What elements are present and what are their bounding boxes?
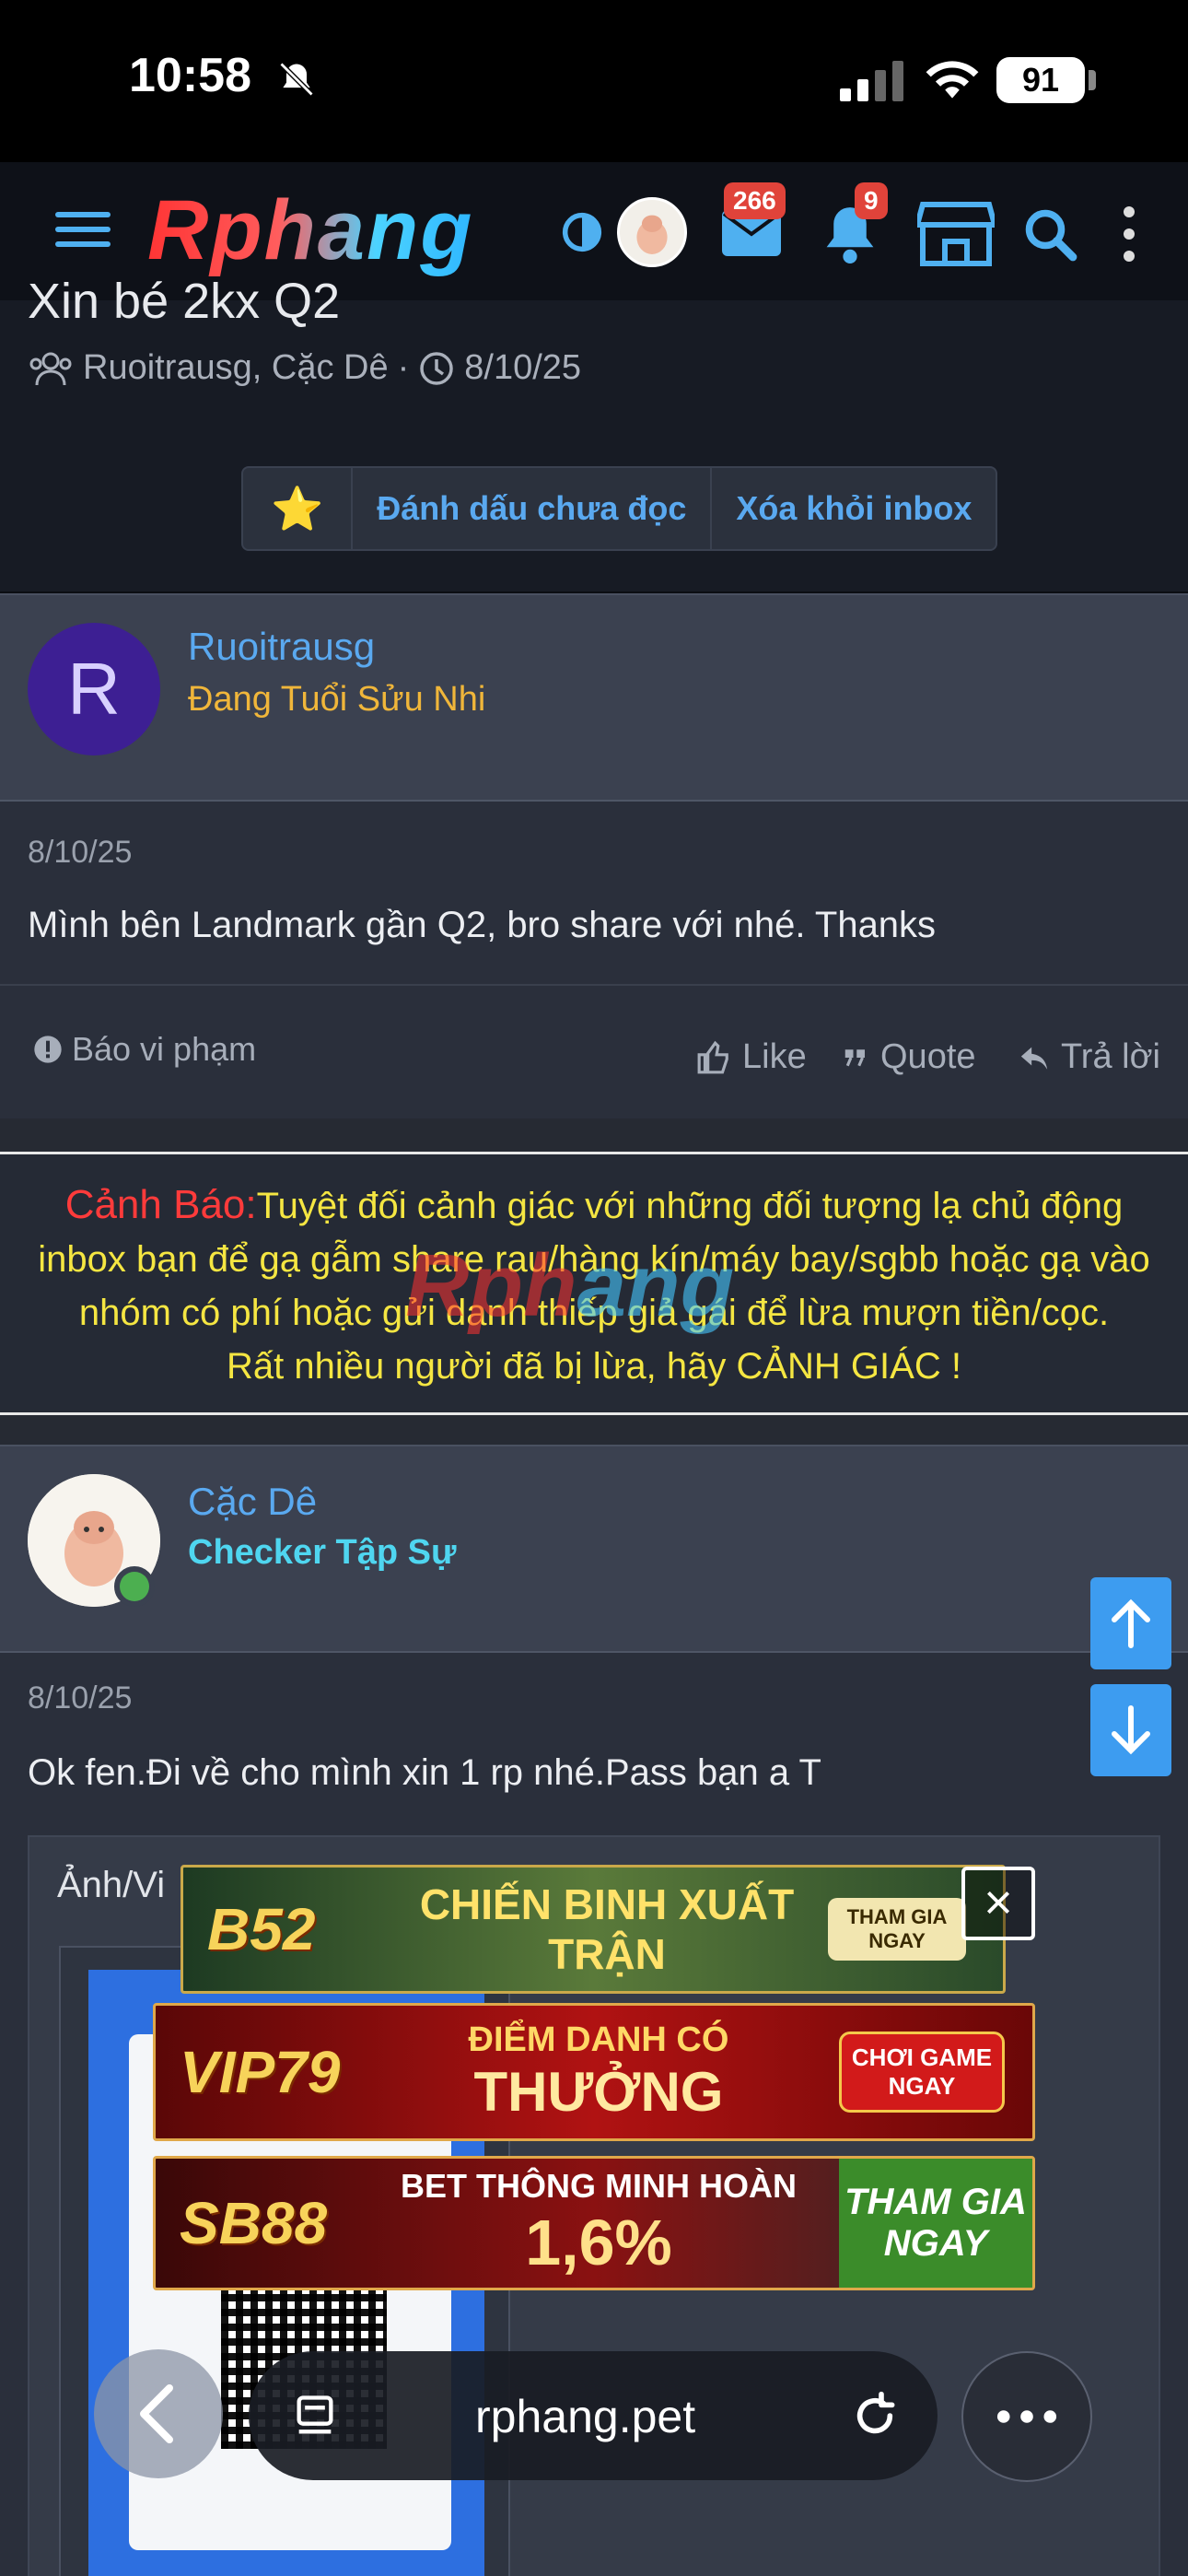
arrow-down-icon bbox=[1112, 1705, 1150, 1755]
status-time: 10:58 bbox=[129, 49, 251, 102]
reply-icon bbox=[1020, 1047, 1048, 1070]
ad-banner-vip79[interactable]: VIP79 ĐIỂM DANH CÓ THƯỞNG CHƠI GAME NGAY bbox=[153, 2003, 1035, 2141]
warning-line-4: Rất nhiều người đã bị lừa, hãy CẢNH GIÁC… bbox=[227, 1346, 961, 1387]
more-vertical-icon[interactable] bbox=[1118, 205, 1140, 263]
post-date[interactable]: 8/10/25 bbox=[28, 1680, 132, 1716]
remove-inbox-button[interactable]: Xóa khỏi inbox bbox=[712, 468, 996, 549]
ad-cta: THAM GIA NGAY bbox=[839, 2159, 1032, 2288]
quote-label: Quote bbox=[880, 1037, 976, 1076]
star-button[interactable]: ⭐ bbox=[243, 468, 354, 549]
post2-user-block: Cặc Dê Checker Tập Sự bbox=[0, 1445, 1188, 1653]
user-title: Checker Tập Sự bbox=[188, 1533, 457, 1572]
quote-button[interactable]: Quote bbox=[842, 1037, 976, 1077]
hamburger-menu-icon[interactable] bbox=[55, 208, 111, 251]
mark-unread-button[interactable]: Đánh dấu chưa đọc bbox=[353, 468, 713, 549]
reply-label: Trả lời bbox=[1061, 1037, 1160, 1076]
ad-brand: VIP79 bbox=[180, 2039, 341, 2105]
thread-participants[interactable]: Ruoitrausg, Cặc Dê bbox=[83, 348, 389, 388]
thread-meta: Ruoitrausg, Cặc Dê · 8/10/25 bbox=[28, 348, 581, 388]
status-bar: 10:58 91 bbox=[0, 0, 1188, 162]
chevron-left-icon bbox=[140, 2384, 173, 2443]
browser-back-button[interactable] bbox=[94, 2349, 223, 2478]
username[interactable]: Ruoitrausg bbox=[188, 625, 375, 669]
battery-cap bbox=[1089, 70, 1096, 90]
user-avatar[interactable] bbox=[617, 197, 687, 267]
watermark-logo: Rphang bbox=[405, 1236, 735, 1335]
avatar[interactable]: R bbox=[28, 623, 160, 755]
reply-button[interactable]: Trả lời bbox=[1019, 1037, 1160, 1077]
attachment-label: Ảnh/Vi bbox=[57, 1865, 166, 1905]
post1-user-block: R Ruoitrausg Đang Tuổi Sửu Nhi bbox=[0, 593, 1188, 802]
page: 10:58 91 Rphang 266 9 Xin bé 2kx Q2 Ruoi… bbox=[0, 0, 1188, 2576]
post-date[interactable]: 8/10/25 bbox=[28, 835, 132, 871]
report-label: Báo vi phạm bbox=[72, 1030, 257, 1068]
clock-icon bbox=[420, 351, 453, 385]
browser-url-bar[interactable]: rphang.pet bbox=[249, 2351, 938, 2480]
scroll-top-button[interactable] bbox=[1090, 1577, 1171, 1669]
ad-text: CHIẾN BINH XUẤT TRẬN bbox=[419, 1880, 795, 1978]
online-status-indicator bbox=[114, 1566, 155, 1607]
like-label: Like bbox=[742, 1037, 807, 1076]
ad-cta: CHƠI GAME NGAY bbox=[839, 2032, 1005, 2113]
thread-date: 8/10/25 bbox=[464, 348, 582, 387]
users-icon bbox=[29, 352, 72, 385]
like-button[interactable]: Like bbox=[696, 1037, 807, 1077]
ad-text: ĐIỂM DANH CÓ THƯỞNG bbox=[468, 2020, 729, 2123]
thread-header: Xin bé 2kx Q2 Ruoitrausg, Cặc Dê · 8/10/… bbox=[0, 274, 1188, 593]
quote-icon bbox=[844, 1048, 865, 1066]
meta-separator: · bbox=[397, 348, 410, 387]
ad-banner-sb88[interactable]: SB88 BET THÔNG MINH HOÀN 1,6% THAM GIA N… bbox=[153, 2156, 1035, 2290]
warning-line-1: Cảnh Báo:Tuyệt đối cảnh giác với những đ… bbox=[64, 1182, 1124, 1227]
browser-menu-button[interactable] bbox=[961, 2351, 1092, 2482]
ad-brand: SB88 bbox=[180, 2190, 328, 2256]
reload-icon[interactable] bbox=[849, 2388, 901, 2443]
more-horizontal-icon bbox=[996, 2410, 1057, 2423]
ad-text: BET THÔNG MINH HOÀN 1,6% bbox=[401, 2167, 797, 2278]
thread-title: Xin bé 2kx Q2 bbox=[28, 274, 341, 329]
mail-count-badge: 266 bbox=[724, 182, 786, 219]
scam-warning: Rphang Cảnh Báo:Tuyệt đối cảnh giác với … bbox=[0, 1152, 1188, 1415]
username[interactable]: Cặc Dê bbox=[188, 1480, 317, 1524]
scroll-bottom-button[interactable] bbox=[1090, 1684, 1171, 1776]
ad-close-button[interactable]: × bbox=[961, 1867, 1035, 1940]
wifi-icon bbox=[926, 61, 979, 99]
post-text: Ok fen.Đi về cho mình xin 1 rp nhé.Pass … bbox=[28, 1752, 821, 1793]
thumbs-up-icon bbox=[697, 1040, 728, 1073]
battery-level: 91 bbox=[996, 57, 1085, 103]
user-title: Đang Tuổi Sửu Nhi bbox=[188, 680, 486, 719]
reader-mode-icon[interactable] bbox=[291, 2392, 339, 2440]
bell-muted-icon bbox=[279, 62, 314, 97]
thread-action-group: ⭐ Đánh dấu chưa đọc Xóa khỏi inbox bbox=[241, 466, 998, 551]
ad-banner-b52[interactable]: B52 CHIẾN BINH XUẤT TRẬN THAM GIA NGAY bbox=[181, 1865, 1006, 1994]
report-link[interactable]: Báo vi phạm bbox=[33, 1030, 256, 1069]
search-icon[interactable] bbox=[1022, 206, 1077, 262]
warning-label: Cảnh Báo: bbox=[64, 1182, 257, 1227]
arrow-up-icon bbox=[1112, 1598, 1150, 1648]
url-text: rphang.pet bbox=[475, 2391, 696, 2442]
ad-cta: THAM GIA NGAY bbox=[828, 1898, 966, 1961]
post1-body: 8/10/25 Mình bên Landmark gần Q2, bro sh… bbox=[0, 802, 1188, 984]
theme-toggle-icon[interactable] bbox=[562, 212, 602, 252]
ad-brand: B52 bbox=[207, 1896, 316, 1962]
post-text: Mình bên Landmark gần Q2, bro share với … bbox=[28, 905, 937, 945]
cellular-signal-icon bbox=[840, 61, 903, 101]
site-logo[interactable]: Rphang bbox=[147, 182, 473, 279]
alert-icon bbox=[34, 1036, 62, 1063]
post1-actions: Báo vi phạm Like Quote Trả lời bbox=[0, 984, 1188, 1118]
store-icon[interactable] bbox=[917, 201, 995, 267]
notification-count-badge: 9 bbox=[855, 182, 888, 219]
